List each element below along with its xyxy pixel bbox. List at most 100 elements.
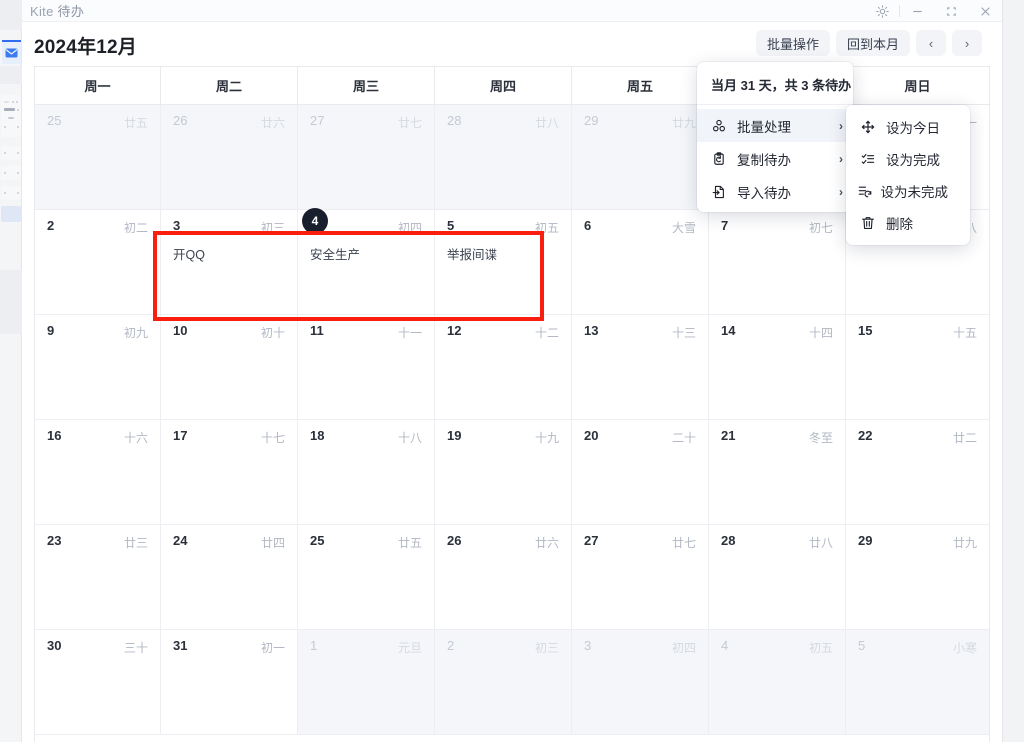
day-cell[interactable]: 16 十六 bbox=[35, 420, 161, 525]
day-number: 21 bbox=[721, 428, 736, 443]
day-cell[interactable]: 4 初五 bbox=[709, 630, 846, 735]
weekday-header-5: 周五 bbox=[572, 67, 709, 105]
day-cell[interactable]: 24 廿四 bbox=[161, 525, 298, 630]
day-cell[interactable]: 30 三十 bbox=[35, 630, 161, 735]
day-number: 30 bbox=[47, 638, 62, 653]
rail-segment bbox=[0, 270, 22, 334]
day-number: 3 bbox=[584, 638, 592, 653]
day-number: 27 bbox=[310, 113, 325, 128]
day-cell[interactable]: 27 廿七 bbox=[572, 525, 709, 630]
lunar-label: 初三 bbox=[260, 221, 285, 235]
rail-panel bbox=[1, 146, 21, 160]
next-month-button[interactable]: › bbox=[952, 30, 982, 56]
day-cell[interactable]: 28 廿八 bbox=[435, 105, 572, 210]
submenu-item-set-today[interactable]: 设为今日 bbox=[846, 111, 970, 143]
day-cell[interactable]: 21 冬至 bbox=[709, 420, 846, 525]
day-number: 28 bbox=[447, 113, 462, 128]
molecule-icon bbox=[709, 119, 729, 133]
mail-icon[interactable] bbox=[2, 40, 21, 64]
day-cell[interactable]: 3 初四 bbox=[572, 630, 709, 735]
page-title: 2024年12月 bbox=[34, 37, 138, 58]
submenu-item-label: 删除 bbox=[886, 217, 913, 232]
day-cell[interactable]: 14 十四 bbox=[709, 315, 846, 420]
checklist-icon bbox=[858, 152, 878, 166]
chevron-right-icon: › bbox=[839, 184, 843, 199]
submenu-item-set-done[interactable]: 设为完成 bbox=[846, 143, 970, 175]
day-cell[interactable]: 23 廿三 bbox=[35, 525, 161, 630]
day-cell[interactable]: 18 十八 bbox=[298, 420, 435, 525]
day-number: 16 bbox=[47, 428, 62, 443]
day-cell[interactable]: 25 廿五 bbox=[35, 105, 161, 210]
day-cell[interactable]: 26 廿六 bbox=[435, 525, 572, 630]
day-number: 25 bbox=[47, 113, 62, 128]
menu-item-import-todo[interactable]: 导入待办 › bbox=[697, 175, 853, 208]
chevron-right-icon: › bbox=[839, 118, 843, 133]
day-cell[interactable]: 5 小寒 bbox=[846, 630, 989, 735]
day-cell[interactable]: 12 十二 bbox=[435, 315, 572, 420]
day-cell[interactable]: 26 廿六 bbox=[161, 105, 298, 210]
maximize-button[interactable] bbox=[934, 0, 968, 22]
lunar-label: 十四 bbox=[808, 326, 833, 340]
day-cell[interactable]: 5 初五 举报间谍 bbox=[435, 210, 572, 315]
day-cell[interactable]: 15 十五 bbox=[846, 315, 989, 420]
brightness-icon[interactable] bbox=[865, 0, 899, 22]
todo-item[interactable]: 开QQ bbox=[173, 244, 205, 263]
day-cell[interactable]: 17 十七 bbox=[161, 420, 298, 525]
day-cell[interactable]: 29 廿九 bbox=[572, 105, 709, 210]
todo-item[interactable]: 举报间谍 bbox=[447, 244, 497, 263]
day-cell[interactable]: 22 廿二 bbox=[846, 420, 989, 525]
back-to-current-month-button[interactable]: 回到本月 bbox=[835, 30, 910, 56]
minimize-button[interactable] bbox=[900, 0, 934, 22]
clipboard-copy-icon bbox=[709, 151, 729, 166]
rail-highlight[interactable] bbox=[1, 206, 21, 222]
submenu-item-delete[interactable]: 删除 bbox=[846, 207, 970, 239]
day-cell[interactable]: 10 初十 bbox=[161, 315, 298, 420]
calendar-week-row: 30 三十 31 初一 1 元旦 2 初三 3 初四 4 初五 5 小寒 bbox=[35, 630, 989, 735]
day-number: 29 bbox=[584, 113, 599, 128]
day-number: 17 bbox=[173, 428, 188, 443]
day-cell[interactable]: 6 大雪 bbox=[572, 210, 709, 315]
lunar-label: 初五 bbox=[808, 641, 833, 655]
batch-operations-button[interactable]: 批量操作 bbox=[755, 30, 830, 56]
day-cell[interactable]: 20 二十 bbox=[572, 420, 709, 525]
day-cell[interactable]: 2 初三 bbox=[435, 630, 572, 735]
lunar-label: 十七 bbox=[260, 431, 285, 445]
day-cell[interactable]: 28 廿八 bbox=[709, 525, 846, 630]
undo-list-icon bbox=[858, 184, 873, 198]
prev-month-button[interactable]: ‹ bbox=[916, 30, 946, 56]
day-cell[interactable]: 19 十九 bbox=[435, 420, 572, 525]
day-cell[interactable]: 9 初九 bbox=[35, 315, 161, 420]
lunar-label: 二十 bbox=[671, 431, 696, 445]
day-cell[interactable]: 2 初二 bbox=[35, 210, 161, 315]
close-button[interactable] bbox=[968, 0, 1002, 22]
day-cell[interactable]: 7 初七 bbox=[709, 210, 846, 315]
menu-item-copy-todo[interactable]: 复制待办 › bbox=[697, 142, 853, 175]
submenu-item-set-undone[interactable]: 设为未完成 bbox=[846, 175, 970, 207]
day-number: 27 bbox=[584, 533, 599, 548]
title-bar: Kite 待办 bbox=[22, 0, 1002, 22]
lunar-label: 廿八 bbox=[808, 536, 833, 550]
chevron-right-icon: › bbox=[839, 151, 843, 166]
day-cell[interactable]: 4 初四 安全生产 bbox=[298, 208, 435, 315]
day-cell[interactable]: 29 廿九 bbox=[846, 525, 989, 630]
lunar-label: 初十 bbox=[260, 326, 285, 340]
day-number: 24 bbox=[173, 533, 188, 548]
day-cell[interactable]: 25 廿五 bbox=[298, 525, 435, 630]
lunar-label: 廿六 bbox=[534, 536, 559, 550]
app-brand: Kite bbox=[30, 4, 54, 19]
menu-item-batch-process[interactable]: 批量处理 › bbox=[697, 109, 853, 142]
rail-panel bbox=[1, 166, 21, 180]
lunar-label: 十八 bbox=[397, 431, 422, 445]
day-cell[interactable]: 11 十一 bbox=[298, 315, 435, 420]
day-number: 9 bbox=[47, 323, 55, 338]
day-cell[interactable]: 13 十三 bbox=[572, 315, 709, 420]
day-cell[interactable]: 1 元旦 bbox=[298, 630, 435, 735]
day-cell[interactable]: 27 廿七 bbox=[298, 105, 435, 210]
lunar-label: 廿六 bbox=[260, 116, 285, 130]
day-number: 25 bbox=[310, 533, 325, 548]
todo-item[interactable]: 安全生产 bbox=[310, 244, 360, 263]
lunar-label: 廿九 bbox=[671, 116, 696, 130]
day-cell[interactable]: 3 初三 开QQ bbox=[161, 210, 298, 315]
day-cell[interactable]: 31 初一 bbox=[161, 630, 298, 735]
day-number: 20 bbox=[584, 428, 599, 443]
